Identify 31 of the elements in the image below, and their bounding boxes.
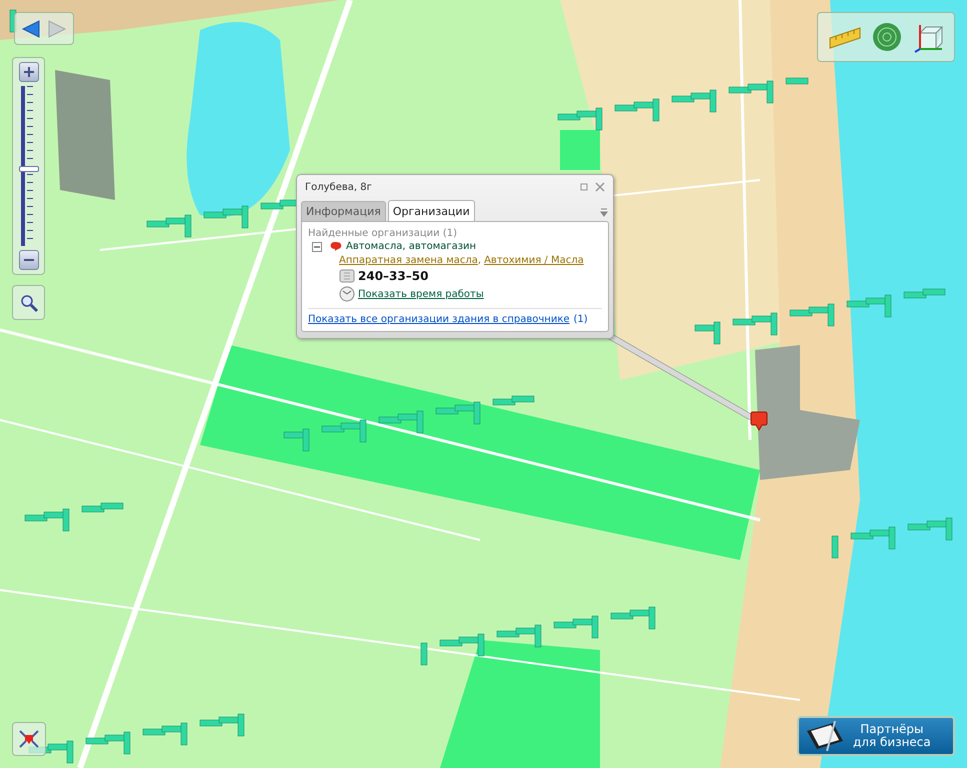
category-link[interactable]: Аппаратная замена масла [339, 255, 478, 266]
show-hours-link[interactable]: Показать время работы [358, 288, 484, 300]
popup-tab[interactable]: Информация [301, 201, 386, 221]
marker-icon [330, 241, 342, 252]
map-pin-icon[interactable] [750, 411, 768, 431]
collapse-icon[interactable] [312, 242, 322, 252]
dropdown-arrow-icon[interactable] [599, 207, 609, 217]
close-icon[interactable] [595, 182, 605, 192]
popup-title: Голубева, 8г [305, 182, 373, 192]
zoom-slider-thumb[interactable] [18, 166, 38, 172]
separator-text: , [478, 255, 482, 266]
back-arrow-icon[interactable] [21, 18, 41, 38]
phone-number: 240–33–50 [358, 269, 428, 283]
plus-icon [22, 66, 34, 78]
radar-icon[interactable] [870, 21, 903, 53]
popup-tab[interactable]: Организации [388, 200, 475, 221]
zoom-in-button[interactable] [18, 62, 38, 82]
pin-icon[interactable] [579, 182, 589, 192]
search-icon[interactable] [18, 292, 38, 312]
found-organizations-heading: Найденные организации (1) [308, 228, 458, 239]
zoom-out-button[interactable] [18, 250, 38, 270]
category-link[interactable]: Автохимия / Масла [484, 255, 584, 266]
notebook-icon [805, 721, 845, 751]
partners-for-business-button[interactable]: Партнёры для бизнеса [797, 716, 955, 756]
center-marker-icon[interactable] [17, 728, 41, 750]
clock-icon [339, 286, 355, 302]
zoom-slider[interactable] [18, 86, 38, 246]
phone-icon [339, 269, 355, 283]
organizations-count: (1) [574, 314, 588, 325]
show-all-organizations-link[interactable]: Показать все организации здания в справочнике [308, 314, 570, 325]
organization-name[interactable]: Автомасла, автомагазин [346, 241, 476, 252]
